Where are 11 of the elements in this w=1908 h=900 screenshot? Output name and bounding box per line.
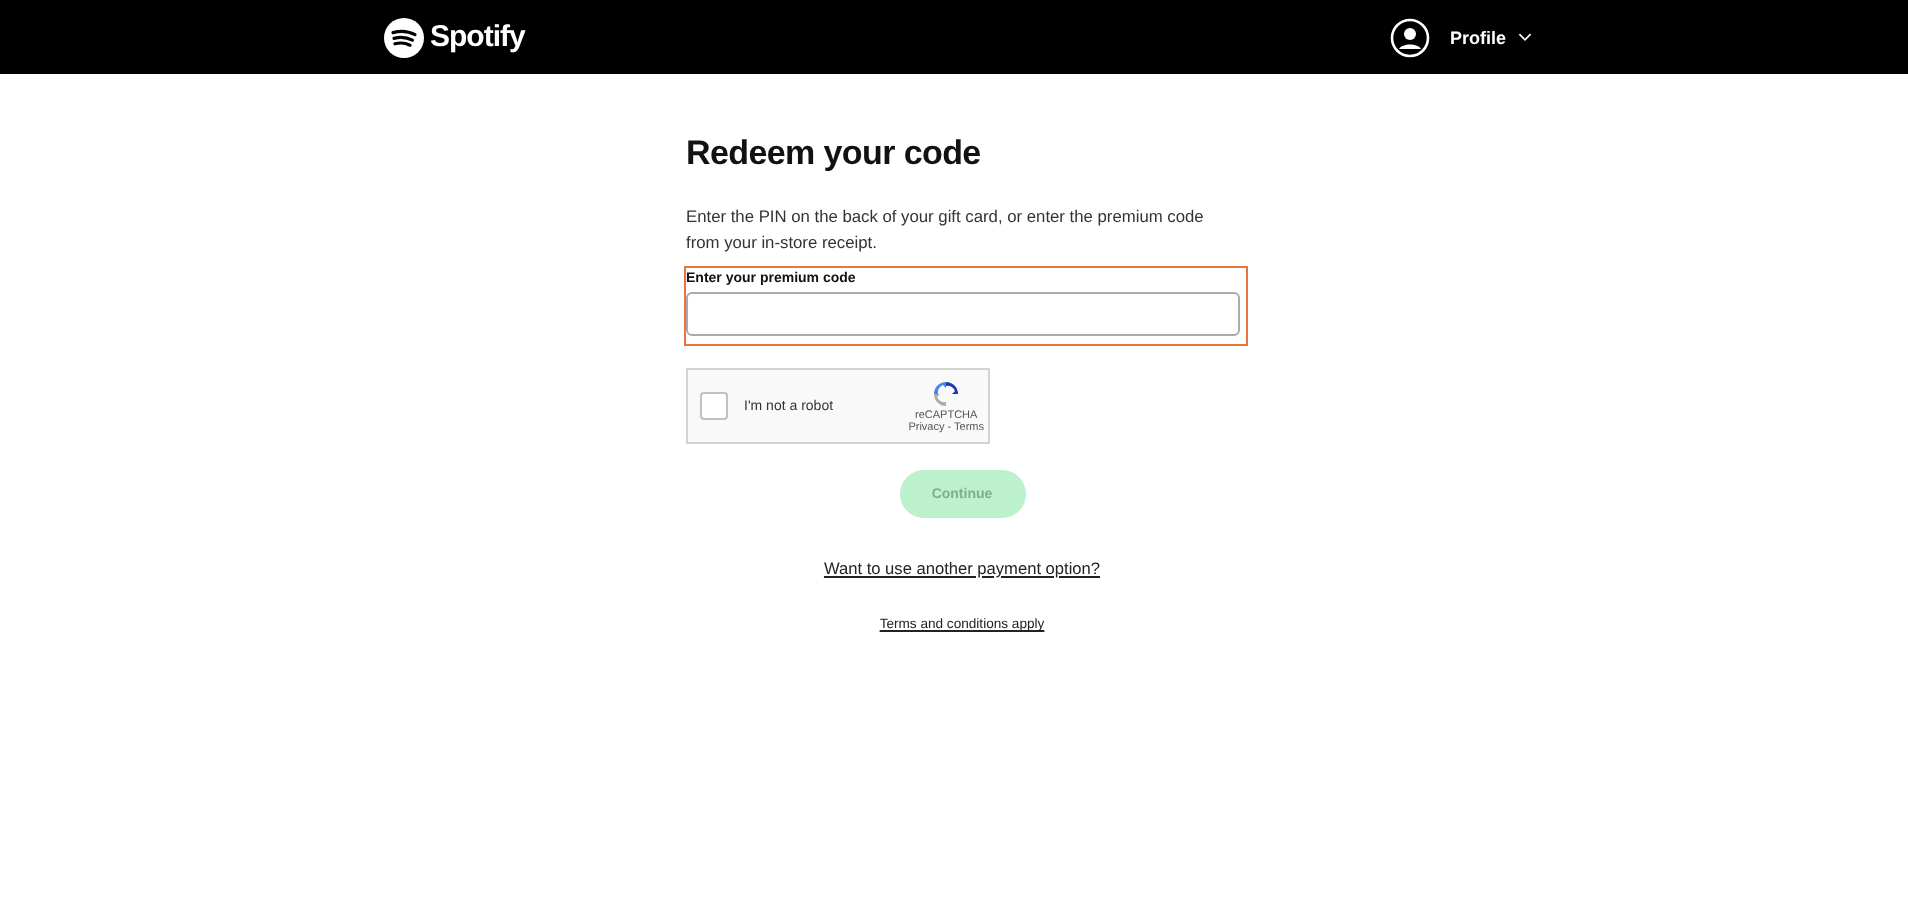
caret-icon [1518,32,1532,42]
code-input-field[interactable] [686,292,1240,336]
spotify-logo-icon [384,17,424,57]
profile-menu[interactable]: Profile [1389,17,1532,57]
page-title: Redeem your code [686,134,983,174]
description: Enter the PIN on the back of your gift card, or enter the premium code from your in-store receipt. [686,204,1206,254]
captcha-checkbox[interactable] [700,392,728,420]
recaptcha-logo-icon [930,378,963,410]
payment-option-link[interactable]: Want to use another payment option? [823,558,1101,578]
spotify-logo-text[interactable]: Spotify [430,20,525,54]
avatar-icon [1389,17,1430,57]
